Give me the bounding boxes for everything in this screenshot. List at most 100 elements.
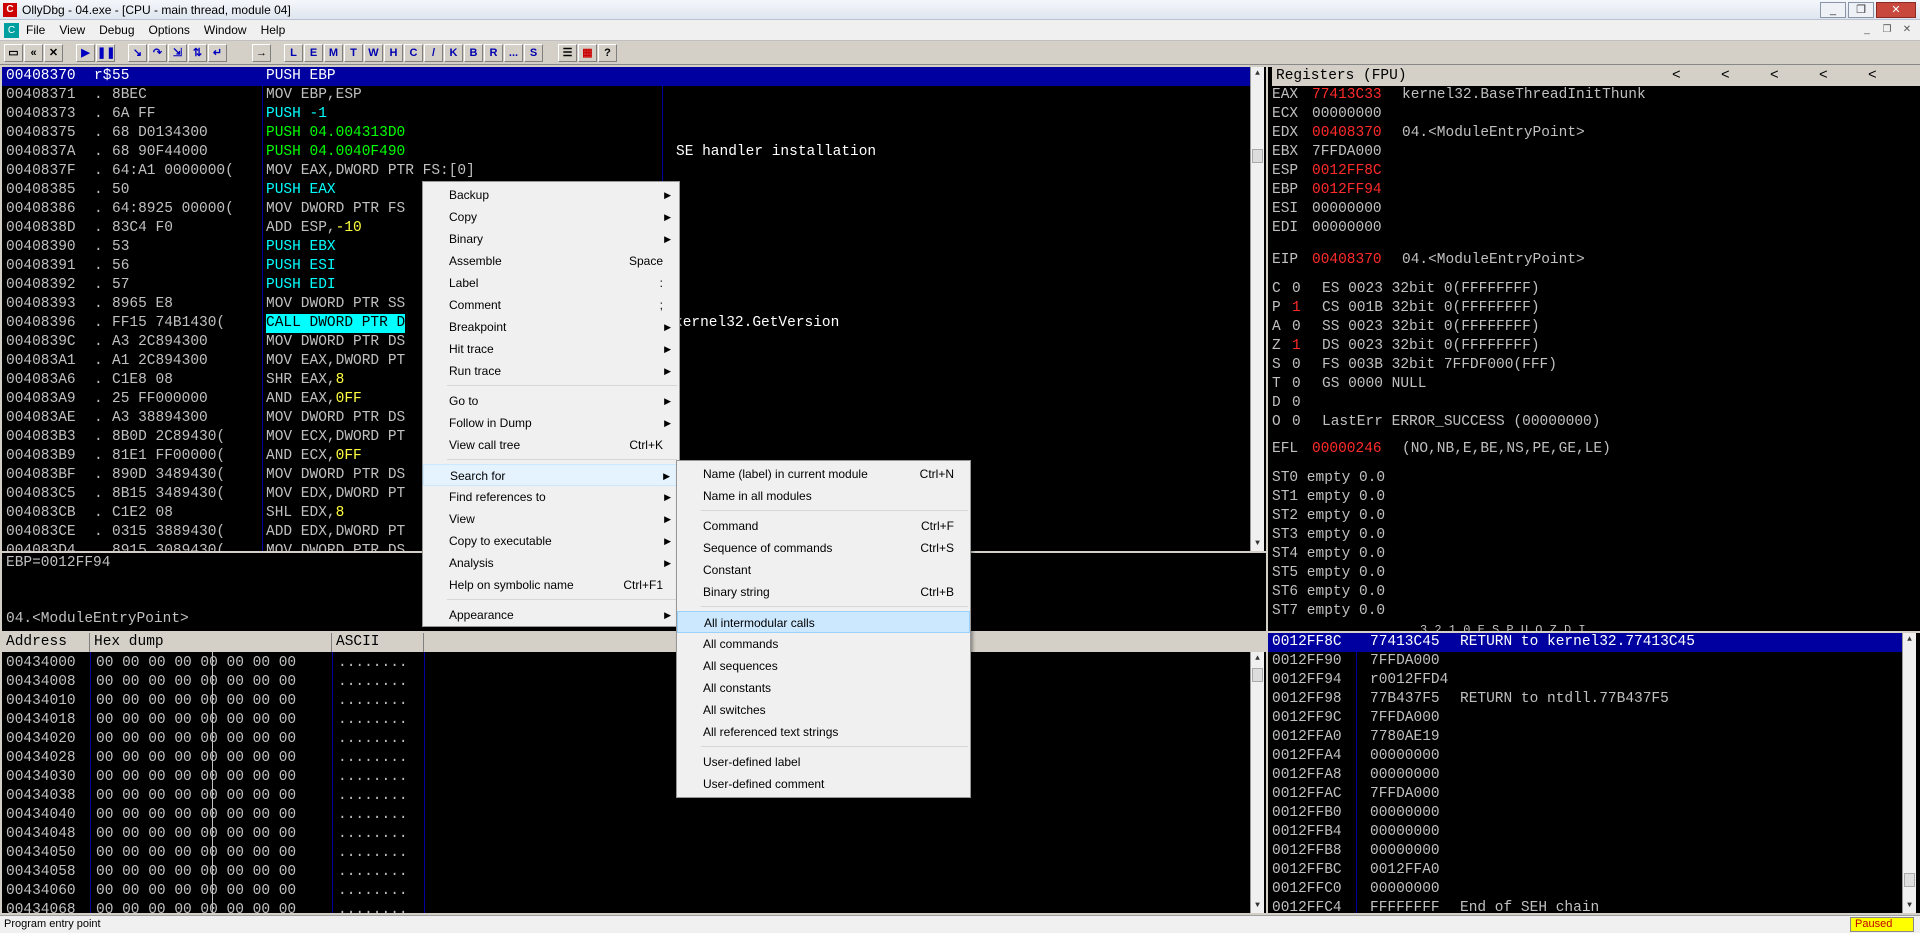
step-into-icon[interactable]: ↘ — [128, 44, 147, 62]
trace-over-icon[interactable]: ⇅ — [188, 44, 207, 62]
flag-value[interactable]: 1 — [1292, 299, 1301, 318]
menu-item-analysis[interactable]: Analysis ▶ — [423, 552, 679, 574]
close-icon[interactable]: ✕ — [44, 44, 63, 62]
menu-item-view-call-tree[interactable]: View call tree Ctrl+K — [423, 434, 679, 456]
register-value[interactable]: 7FFDA000 — [1312, 143, 1382, 162]
menu-item-appearance[interactable]: Appearance ▶ — [423, 604, 679, 626]
register-value[interactable]: 00000000 — [1312, 105, 1382, 124]
menu-item-sequence-of-commands[interactable]: Sequence of commands Ctrl+S — [677, 537, 970, 559]
restart-icon[interactable]: « — [24, 44, 43, 62]
list-icon[interactable]: ☰ — [558, 44, 577, 62]
menu-item-binary[interactable]: Binary ▶ — [423, 228, 679, 250]
disasm-row[interactable]: 00408370 r$ 55 PUSH EBP — [2, 67, 1250, 86]
menu-item-name-label-in-current-module[interactable]: Name (label) in current module Ctrl+N — [677, 463, 970, 485]
menu-item-copy[interactable]: Copy ▶ — [423, 206, 679, 228]
register-value[interactable]: 00000246 — [1312, 440, 1382, 459]
disasm-row[interactable]: 00408373. 6A FF PUSH -1 — [2, 105, 1250, 124]
register-value[interactable]: 00000000 — [1312, 200, 1382, 219]
menu-item-all-intermodular-calls[interactable]: All intermodular calls — [677, 611, 970, 633]
dump-row[interactable]: 00434000 00 00 00 00 00 00 00 00........ — [2, 654, 1250, 673]
stack-row[interactable]: 0012FF9C 7FFDA000 — [1268, 709, 1902, 728]
close-button[interactable]: ✕ — [1876, 2, 1916, 18]
pause-icon[interactable]: ❚❚ — [96, 44, 115, 62]
mdi-close-button[interactable]: ✕ — [1898, 22, 1916, 38]
fpu-register[interactable]: ST7 empty 0.0 — [1272, 602, 1385, 621]
disasm-row[interactable]: 0040837F. 64:A1 0000000(MOV EAX,DWORD PTR… — [2, 162, 1250, 181]
breakpoints-window-button[interactable]: B — [464, 44, 483, 62]
dump-row[interactable]: 00434020 00 00 00 00 00 00 00 00........ — [2, 730, 1250, 749]
menu-item-user-defined-comment[interactable]: User-defined comment — [677, 773, 970, 795]
menu-debug[interactable]: Debug — [99, 23, 134, 37]
register-value[interactable]: 0012FF8C — [1312, 162, 1382, 181]
menu-help[interactable]: Help — [261, 23, 286, 37]
menu-options[interactable]: Options — [149, 23, 190, 37]
log-window-button[interactable]: L — [284, 44, 303, 62]
menu-item-follow-in-dump[interactable]: Follow in Dump ▶ — [423, 412, 679, 434]
flag-value[interactable]: 0 — [1292, 318, 1301, 337]
threads-window-button[interactable]: T — [344, 44, 363, 62]
stack-pane[interactable]: 0012FF8C 77413C45 RETURN to kernel32.77413… — [1268, 633, 1920, 913]
dump-row[interactable]: 00434010 00 00 00 00 00 00 00 00........ — [2, 692, 1250, 711]
stack-row[interactable]: 0012FFB4 00000000 — [1268, 823, 1902, 842]
dump-row[interactable]: 00434038 00 00 00 00 00 00 00 00........ — [2, 787, 1250, 806]
dump-row[interactable]: 00434050 00 00 00 00 00 00 00 00........ — [2, 844, 1250, 863]
dump-scrollbar[interactable]: ▲ ▼ — [1250, 652, 1264, 913]
menu-item-comment[interactable]: Comment; — [423, 294, 679, 316]
register-view-arrow[interactable]: < — [1672, 67, 1681, 86]
menu-item-all-constants[interactable]: All constants — [677, 677, 970, 699]
menu-item-help-on-symbolic-name[interactable]: Help on symbolic name Ctrl+F1 — [423, 574, 679, 596]
dump-row[interactable]: 00434040 00 00 00 00 00 00 00 00........ — [2, 806, 1250, 825]
stack-row[interactable]: 0012FFBC 0012FFA0 — [1268, 861, 1902, 880]
source-window-button[interactable]: S — [524, 44, 543, 62]
register-view-arrow[interactable]: < — [1868, 67, 1877, 86]
register-value[interactable]: 0012FF94 — [1312, 181, 1382, 200]
flag-value[interactable]: 0 — [1292, 356, 1301, 375]
fpu-register[interactable]: ST2 empty 0.0 — [1272, 507, 1385, 526]
dump-row[interactable]: 00434058 00 00 00 00 00 00 00 00........ — [2, 863, 1250, 882]
stack-scrollbar[interactable]: ▲ ▼ — [1902, 633, 1916, 913]
registers-pane[interactable]: Registers (FPU) < < < < < EAX 77413C33 kernel32.… — [1268, 67, 1920, 631]
run-trace-window-button[interactable]: ... — [504, 44, 523, 62]
dump-row[interactable]: 00434008 00 00 00 00 00 00 00 00........ — [2, 673, 1250, 692]
menu-item-go-to[interactable]: Go to ▶ — [423, 390, 679, 412]
menu-item-copy-to-executable[interactable]: Copy to executable ▶ — [423, 530, 679, 552]
stack-row[interactable]: 0012FFA0 7780AE19 — [1268, 728, 1902, 747]
menu-view[interactable]: View — [59, 23, 85, 37]
menu-item-search-for[interactable]: Search for ▶ — [423, 464, 679, 486]
step-over-icon[interactable]: ↷ — [148, 44, 167, 62]
disasm-row[interactable]: 00408371. 8BEC MOV EBP,ESP — [2, 86, 1250, 105]
menu-item-assemble[interactable]: Assemble Space — [423, 250, 679, 272]
dump-row[interactable]: 00434028 00 00 00 00 00 00 00 00........ — [2, 749, 1250, 768]
help-icon[interactable]: ? — [598, 44, 617, 62]
menu-window[interactable]: Window — [204, 23, 247, 37]
flag-value[interactable]: 0 — [1292, 375, 1301, 394]
dump-header-address[interactable]: Address — [2, 633, 90, 652]
menu-item-view[interactable]: View ▶ — [423, 508, 679, 530]
menu-item-all-switches[interactable]: All switches — [677, 699, 970, 721]
minimize-button[interactable]: _ — [1820, 2, 1846, 18]
fpu-register[interactable]: ST1 empty 0.0 — [1272, 488, 1385, 507]
menu-item-user-defined-label[interactable]: User-defined label — [677, 751, 970, 773]
menu-item-all-sequences[interactable]: All sequences — [677, 655, 970, 677]
menu-item-all-commands[interactable]: All commands — [677, 633, 970, 655]
disasm-scrollbar[interactable]: ▲ ▼ — [1250, 67, 1264, 551]
fpu-register[interactable]: ST6 empty 0.0 — [1272, 583, 1385, 602]
trace-into-icon[interactable]: ⇲ — [168, 44, 187, 62]
memory-window-button[interactable]: M — [324, 44, 343, 62]
register-value[interactable]: 00408370 — [1312, 251, 1382, 270]
references-window-button[interactable]: R — [484, 44, 503, 62]
menu-file[interactable]: File — [26, 23, 45, 37]
menu-item-constant[interactable]: Constant — [677, 559, 970, 581]
call-stack-window-button[interactable]: K — [444, 44, 463, 62]
disasm-row[interactable]: 0040837A. 68 90F44000 PUSH 04.0040F490 SE h… — [2, 143, 1250, 162]
fpu-register[interactable]: ST5 empty 0.0 — [1272, 564, 1385, 583]
flag-value[interactable]: 0 — [1292, 280, 1301, 299]
cpu-window-button[interactable]: C — [404, 44, 423, 62]
stack-row[interactable]: 0012FFB0 00000000 — [1268, 804, 1902, 823]
register-view-arrow[interactable]: < — [1819, 67, 1828, 86]
dump-row[interactable]: 00434030 00 00 00 00 00 00 00 00........ — [2, 768, 1250, 787]
stack-row[interactable]: 0012FFAC 7FFDA000 — [1268, 785, 1902, 804]
menu-item-binary-string[interactable]: Binary string Ctrl+B — [677, 581, 970, 603]
menu-item-backup[interactable]: Backup ▶ — [423, 184, 679, 206]
register-value[interactable]: 00000000 — [1312, 219, 1382, 238]
